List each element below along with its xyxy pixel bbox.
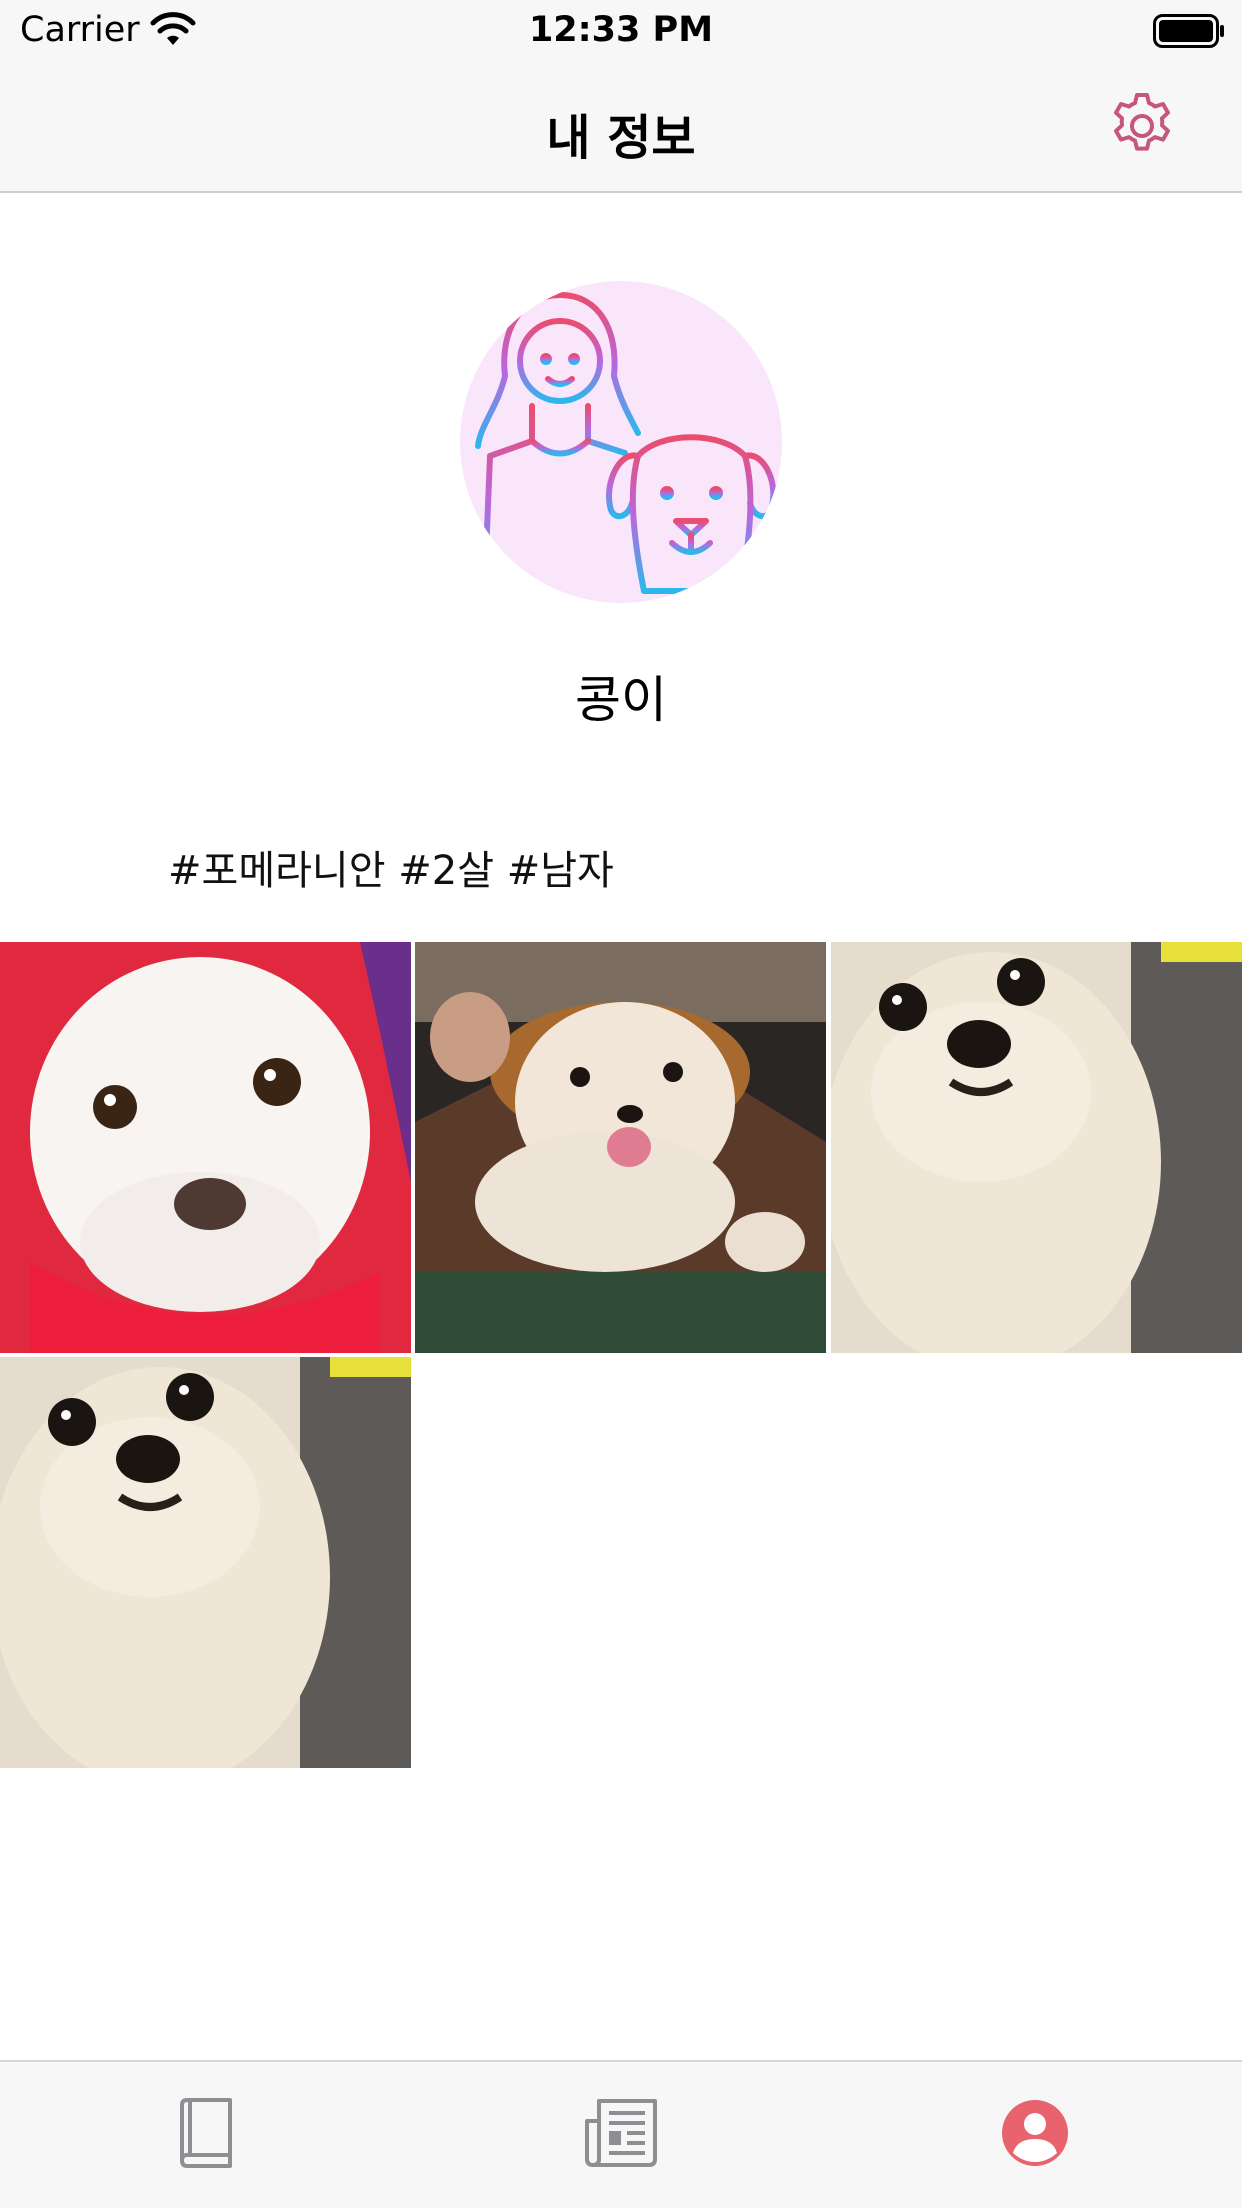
- gear-icon: [1114, 93, 1170, 151]
- battery-icon: [1153, 14, 1224, 48]
- status-bar: Carrier 12:33 PM: [0, 0, 1242, 62]
- profile-tags: #포메라니안 #2살 #남자: [168, 848, 614, 894]
- photo-pomeranian-closeup-2[interactable]: [0, 1357, 411, 1768]
- newspaper-icon: [585, 2099, 657, 2167]
- photo-pomeranian-red-hoodie[interactable]: [0, 942, 411, 1353]
- status-time: 12:33 PM: [528, 10, 714, 50]
- my-info-screen: Carrier 12:33 PM 내 정보 콩이 #포메라니안 #2살 #남자: [0, 0, 1242, 2208]
- avatar[interactable]: [460, 281, 782, 603]
- photo-pomeranian-brown-costume[interactable]: [415, 942, 826, 1353]
- tab-bar: [0, 2060, 1242, 2208]
- tab-news[interactable]: [576, 2088, 666, 2178]
- tab-book[interactable]: [160, 2088, 250, 2178]
- photo-pomeranian-closeup[interactable]: [831, 942, 1242, 1353]
- navigation-bar: 내 정보: [0, 62, 1242, 193]
- tab-profile[interactable]: [990, 2088, 1080, 2178]
- book-icon: [180, 2098, 232, 2168]
- profile-icon: [1002, 2100, 1068, 2166]
- settings-button[interactable]: [1104, 88, 1180, 164]
- profile-name: 콩이: [575, 671, 667, 729]
- girl-with-dog-icon: [475, 292, 777, 603]
- page-title: 내 정보: [546, 110, 696, 166]
